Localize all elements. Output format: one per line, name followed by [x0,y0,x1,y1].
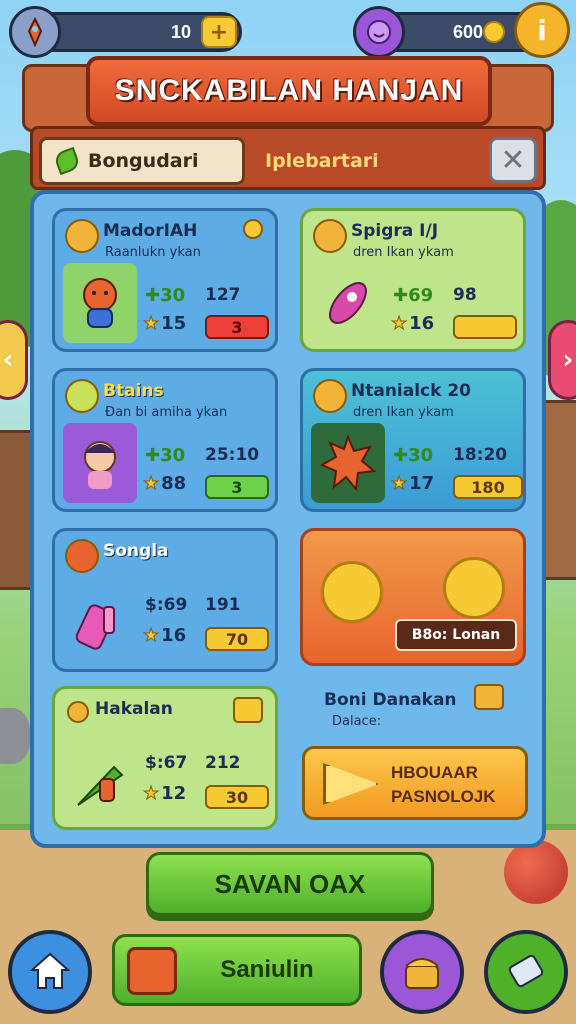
card-icon [508,954,544,988]
title-banner: SNCKABILAN HANJAN [86,56,492,126]
tab-label: Bongudari [88,150,199,172]
sun-character-icon [443,557,505,619]
price-pill: 30 [205,785,269,809]
item-card[interactable]: Spigra I/J dren Ikan ykam ✚69 98 ★ 16 [300,208,526,352]
close-button[interactable]: ✕ [489,137,537,183]
card-title: Hakalan [95,699,173,719]
potion-image [63,583,137,663]
rocket-image [311,263,385,343]
stat-value: 25:10 [205,445,260,465]
star-count: ★ 16 [142,625,187,647]
shop-panel: MadorIAH Raanlukn ykan ✚30 127 ★ 15 3 Spi… [30,190,546,848]
tab-iplebartari[interactable]: Iplebartari [251,137,471,185]
tab-bongudari[interactable]: Bongudari [39,137,245,185]
stat-value: 98 [453,285,477,305]
chest-icon [474,684,504,710]
chest-icon [405,958,439,989]
fruit [504,840,568,904]
stat-green: $:69 [145,595,188,615]
cards-button[interactable] [484,930,568,1014]
next-arrow-button[interactable]: › [548,320,576,400]
star-count: ★ 17 [390,473,435,495]
item-card[interactable]: Songla $:69 191 ★ 16 70 [52,528,278,672]
star-count: ★ 16 [390,313,435,335]
card-subtitle: Ɖan bi amiha ykan [105,405,228,420]
medal-icon [313,219,347,253]
stat-value: 18:20 [453,445,508,465]
card-title: Songla [103,541,169,561]
coin-icon [483,21,505,43]
stat-green: ✚30 [145,285,186,306]
free-offer-button-text: HBOUAAR PASNOLOJK [391,763,496,806]
energy-value: 10 [170,21,191,42]
star-count: ★ 15 [142,313,187,335]
start-button-label: Saniulin [220,956,314,983]
item-card[interactable]: Ntanialck 20 dren Ikan ykam ✚30 18:20 ★ 1… [300,368,526,512]
medal-icon [65,219,99,253]
energy-resource: 10 + [9,6,242,58]
card-subtitle: dren Ikan ykam [353,245,454,260]
home-icon [29,952,71,989]
coin-icon [243,219,263,239]
arrow-icon [323,763,379,805]
promo-label: B8o: Lonan [395,619,517,651]
price-pill [453,315,517,339]
card-title: MadorIAH [103,221,198,241]
shop-chest-button[interactable] [380,930,464,1014]
card-title: Spigra I/J [351,221,439,241]
top-bar: 10 + 600 i [9,2,570,58]
bag-icon [127,947,177,995]
free-offer-button[interactable]: HBOUAAR PASNOLOJK [302,746,528,820]
save-button[interactable]: SAVAN OAX [146,852,434,916]
medal-icon [313,379,347,413]
spiky-fruit-image [311,423,385,503]
item-card[interactable]: Btains Ɖan bi amiha ykan ✚30 25:10 ★ 88 3 [52,368,278,512]
star-count: ★ 12 [142,783,187,805]
rocket-icon [9,6,61,58]
gem-value: 600 [452,21,483,42]
item-card[interactable]: MadorIAH Raanlukn ykan ✚30 127 ★ 15 3 [52,208,278,352]
page-title: SNCKABILAN HANJAN [114,74,464,107]
stat-green: ✚30 [393,445,434,466]
character-image [63,423,137,503]
item-card[interactable]: Hakalan $:67 212 ★ 12 30 [52,686,278,830]
info-button[interactable]: i [514,2,570,58]
card-title: Ntanialck 20 [351,381,472,401]
stat-value: 191 [205,595,241,615]
card-subtitle: dren Ikan ykam [353,405,454,420]
leaf-badge-icon [65,379,99,413]
smiley-gem-icon [353,6,405,58]
sun-character-icon [321,561,383,623]
stat-green: ✚30 [145,445,186,466]
price-pill: 3 [205,475,269,499]
free-offer-title: Boni Danakan [324,690,457,710]
tab-label: Iplebartari [265,150,379,172]
chest-icon [233,697,263,723]
prev-arrow-button[interactable]: ‹ [0,320,28,400]
card-subtitle: Raanlukn ykan [105,245,201,260]
price-pill: 180 [453,475,523,499]
price-pill: 3 [205,315,269,339]
promo-card[interactable]: B8o: Lonan [300,528,526,666]
star-count: ★ 88 [142,473,187,495]
stat-value: 212 [205,753,241,773]
stat-green: ✚69 [393,285,434,306]
add-energy-button[interactable]: + [201,16,237,48]
coin-icon [67,701,89,723]
free-offer-subtitle: Dalace: [332,714,382,729]
home-button[interactable] [8,930,92,1014]
start-button[interactable]: Saniulin [112,934,362,1006]
rock [0,708,30,764]
stat-green: $:67 [145,753,188,773]
stat-value: 127 [205,285,241,305]
price-pill: 70 [205,627,269,651]
tab-bar: Bongudari Iplebartari ✕ [30,126,546,190]
carrot-image [63,741,137,821]
character-image [63,263,137,343]
leaf-icon [52,146,82,176]
card-title: Btains [103,381,164,401]
medal-icon [65,539,99,573]
